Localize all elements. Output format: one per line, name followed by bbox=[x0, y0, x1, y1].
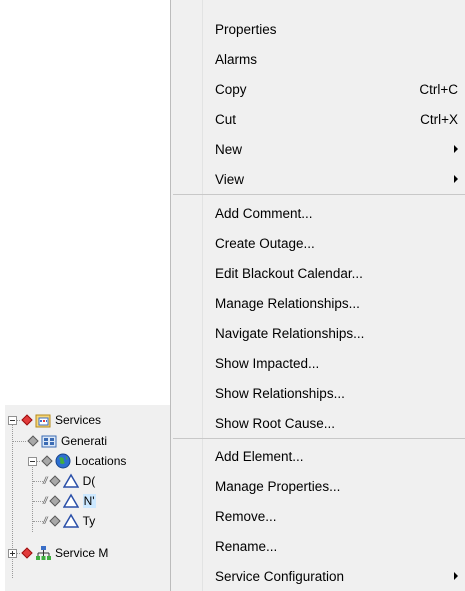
tree-label: Services bbox=[55, 413, 102, 427]
menu-item-copy[interactable]: Copy Ctrl+C bbox=[171, 74, 465, 104]
submenu-arrow-icon bbox=[454, 145, 458, 153]
tree-connector bbox=[37, 460, 40, 462]
menu-separator bbox=[173, 194, 465, 195]
menu-item-shortcut: Ctrl+C bbox=[419, 81, 458, 97]
tree-connector bbox=[17, 419, 20, 421]
menu-item-create-outage[interactable]: Create Outage... bbox=[171, 228, 465, 258]
tree-label: D( bbox=[82, 474, 96, 488]
tree-node-location-n[interactable]: // N' bbox=[33, 491, 96, 511]
tree-node-service-model[interactable]: Service M bbox=[8, 543, 108, 563]
link-icon: // bbox=[43, 475, 47, 487]
tree-connector bbox=[33, 520, 43, 522]
service-tree: Services Generati Locations // D(// N' … bbox=[5, 405, 174, 591]
tree-node-location-d[interactable]: // D( bbox=[33, 471, 95, 491]
tree-node-locations[interactable]: Locations bbox=[28, 451, 126, 471]
services-folder-icon bbox=[35, 414, 51, 428]
status-icon bbox=[27, 435, 39, 447]
menu-item-label: New bbox=[215, 141, 243, 157]
tree-node-general[interactable]: Generati bbox=[13, 431, 107, 451]
tree-node-location-t[interactable]: // Ty bbox=[33, 511, 95, 531]
tree-label-selected: N' bbox=[82, 494, 96, 508]
expand-icon[interactable] bbox=[8, 548, 17, 558]
menu-item-label: Copy bbox=[215, 81, 247, 97]
menu-item-show-impacted[interactable]: Show Impacted... bbox=[171, 348, 465, 378]
menu-item-label: Cut bbox=[215, 111, 237, 127]
menu-item-manage-relationships[interactable]: Manage Relationships... bbox=[171, 288, 465, 318]
menu-item-label: Show Impacted... bbox=[215, 355, 320, 371]
menu-item-label: Edit Blackout Calendar... bbox=[215, 265, 363, 281]
tree-label: Generati bbox=[61, 434, 108, 448]
collapse-icon[interactable] bbox=[28, 456, 37, 466]
menu-item-label: Remove... bbox=[215, 508, 277, 524]
menu-separator bbox=[173, 438, 465, 439]
menu-item-shortcut: Ctrl+X bbox=[420, 111, 458, 127]
menu-item-show-relationships[interactable]: Show Relationships... bbox=[171, 378, 465, 408]
status-icon bbox=[48, 495, 61, 507]
menu-item-properties[interactable]: Properties bbox=[171, 14, 465, 44]
menu-item-label: Show Relationships... bbox=[215, 385, 345, 401]
grid-icon bbox=[41, 435, 57, 448]
tree-label: Service M bbox=[55, 546, 109, 560]
status-icon bbox=[41, 455, 53, 467]
menu-item-label: Service Configuration bbox=[215, 568, 345, 584]
menu-item-service-configuration[interactable]: Service Configuration bbox=[171, 561, 465, 591]
hierarchy-icon bbox=[36, 546, 51, 560]
menu-item-label: Navigate Relationships... bbox=[215, 325, 365, 341]
menu-item-label: Manage Relationships... bbox=[215, 295, 360, 311]
menu-item-label: View bbox=[215, 171, 245, 187]
warning-triangle-icon bbox=[62, 493, 79, 508]
menu-item-label: Add Comment... bbox=[215, 205, 313, 221]
link-icon: // bbox=[43, 515, 47, 527]
menu-item-label: Show Root Cause... bbox=[215, 415, 336, 431]
warning-triangle-icon bbox=[62, 473, 79, 488]
tree-label: Ty bbox=[82, 514, 96, 528]
globe-icon bbox=[55, 453, 71, 469]
menu-item-label: Properties bbox=[215, 21, 277, 37]
context-menu: Properties Alarms Copy Ctrl+C Cut Ctrl+X… bbox=[170, 0, 465, 591]
menu-item-rename[interactable]: Rename... bbox=[171, 531, 465, 561]
tree-connector bbox=[33, 500, 43, 502]
menu-item-add-comment[interactable]: Add Comment... bbox=[171, 198, 465, 228]
menu-item-label: Rename... bbox=[215, 538, 278, 554]
tree-connector bbox=[13, 440, 26, 442]
menu-item-label: Create Outage... bbox=[215, 235, 315, 251]
menu-item-remove[interactable]: Remove... bbox=[171, 501, 465, 531]
menu-item-add-element[interactable]: Add Element... bbox=[171, 441, 465, 471]
alarm-status-icon bbox=[21, 414, 33, 426]
menu-item-alarms[interactable]: Alarms bbox=[171, 44, 465, 74]
menu-item-label: Manage Properties... bbox=[215, 478, 341, 494]
menu-item-edit-blackout-calendar[interactable]: Edit Blackout Calendar... bbox=[171, 258, 465, 288]
status-icon bbox=[48, 475, 61, 487]
warning-triangle-icon bbox=[62, 513, 79, 528]
menu-item-view[interactable]: View bbox=[171, 164, 465, 194]
menu-item-label: Add Element... bbox=[215, 448, 304, 464]
status-icon bbox=[48, 515, 61, 527]
menu-item-cut[interactable]: Cut Ctrl+X bbox=[171, 104, 465, 134]
submenu-arrow-icon bbox=[454, 572, 458, 580]
collapse-icon[interactable] bbox=[8, 415, 17, 425]
menu-item-show-root-cause[interactable]: Show Root Cause... bbox=[171, 408, 465, 438]
menu-item-new[interactable]: New bbox=[171, 134, 465, 164]
tree-label: Locations bbox=[75, 454, 127, 468]
submenu-arrow-icon bbox=[454, 175, 458, 183]
menu-item-navigate-relationships[interactable]: Navigate Relationships... bbox=[171, 318, 465, 348]
alarm-status-icon bbox=[21, 547, 33, 559]
tree-connector bbox=[33, 480, 43, 482]
menu-item-manage-properties[interactable]: Manage Properties... bbox=[171, 471, 465, 501]
link-icon: // bbox=[43, 495, 47, 507]
tree-connector bbox=[17, 552, 20, 554]
tree-node-services[interactable]: Services bbox=[8, 410, 101, 430]
menu-item-label: Alarms bbox=[215, 51, 258, 67]
